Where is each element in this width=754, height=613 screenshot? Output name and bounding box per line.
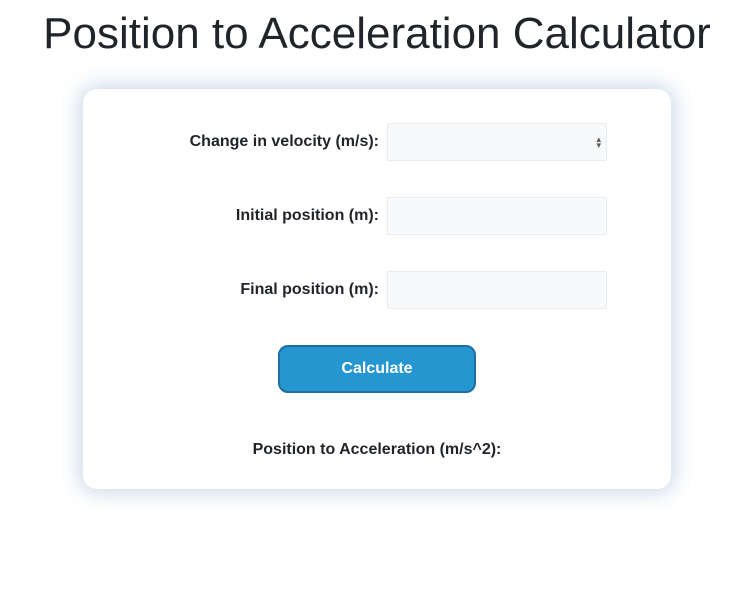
calculate-button[interactable]: Calculate bbox=[278, 345, 476, 393]
input-initial-position[interactable] bbox=[387, 197, 607, 235]
label-initial-position: Initial position (m): bbox=[147, 207, 387, 225]
page-title: Position to Acceleration Calculator bbox=[0, 8, 754, 61]
input-final-position[interactable] bbox=[387, 271, 607, 309]
row-final-position: Final position (m): bbox=[123, 271, 631, 309]
result-label-text: Position to Acceleration (m/s^2): bbox=[253, 441, 502, 458]
row-velocity: Change in velocity (m/s): ▴▾ bbox=[123, 123, 631, 161]
input-velocity[interactable] bbox=[387, 123, 607, 161]
label-final-position: Final position (m): bbox=[147, 281, 387, 299]
result-label: Position to Acceleration (m/s^2): bbox=[123, 441, 631, 459]
calculator-card: Change in velocity (m/s): ▴▾ Initial pos… bbox=[83, 89, 671, 489]
label-velocity: Change in velocity (m/s): bbox=[147, 133, 387, 151]
row-initial-position: Initial position (m): bbox=[123, 197, 631, 235]
